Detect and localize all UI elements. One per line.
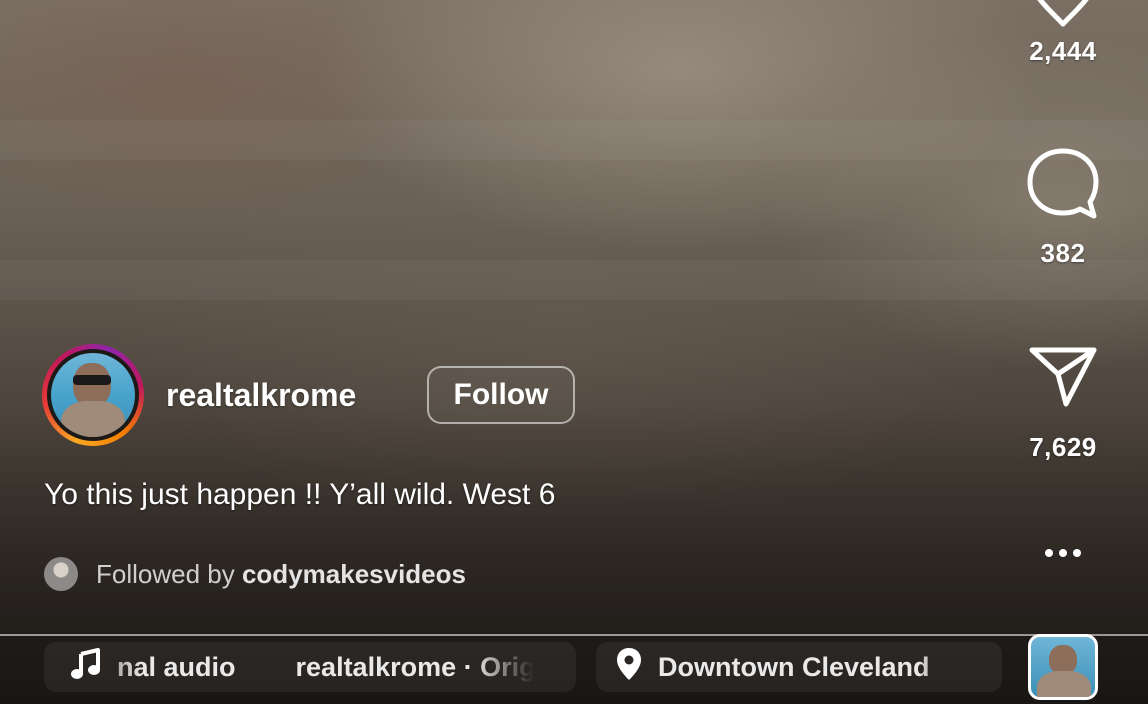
follower-avatar [44, 557, 78, 591]
follow-button[interactable]: Follow [427, 366, 575, 424]
avatar-border [47, 349, 139, 441]
video-frame-band [0, 260, 1148, 300]
audio-thumbnail[interactable] [1028, 634, 1098, 700]
location-pill[interactable]: Downtown Cleveland [596, 642, 1002, 692]
progress-line [0, 634, 1148, 636]
audio-track-marquee: Original audio realtalkrome · Original a… [118, 642, 576, 692]
comment-count: 382 [1040, 238, 1086, 268]
like-count: 2,444 [1029, 36, 1097, 66]
music-note-icon [70, 647, 104, 687]
like-button[interactable]: 2,444 [1008, 0, 1118, 67]
paper-plane-icon [1008, 346, 1118, 408]
reel-viewer: 2,444 382 7,629 realtalkrome Follow Yo t… [0, 0, 1148, 704]
audio-track-text: Original audio realtalkrome · Original a… [118, 652, 576, 682]
author-username[interactable]: realtalkrome [166, 377, 356, 414]
share-count: 7,629 [1029, 432, 1097, 462]
video-frame-band [0, 120, 1148, 160]
audio-pill[interactable]: Original audio realtalkrome · Original a… [44, 642, 576, 692]
comment-button[interactable]: 382 [1008, 146, 1118, 269]
avatar-photo [51, 353, 135, 437]
followed-by-prefix: Followed by [96, 558, 235, 589]
location-text: Downtown Cleveland [658, 651, 930, 682]
followed-by-username: codymakesvideos [241, 558, 466, 589]
heart-icon [1008, 0, 1118, 30]
comment-icon [1008, 146, 1118, 222]
followed-by-text: Followed by codymakesvideos [96, 559, 466, 590]
post-caption[interactable]: Yo this just happen !! Y’all wild. West … [44, 478, 555, 512]
location-pin-icon [616, 647, 644, 688]
share-button[interactable]: 7,629 [1008, 346, 1118, 463]
author-avatar[interactable] [42, 344, 144, 446]
more-horizontal-icon [1008, 538, 1118, 568]
more-options-button[interactable] [1008, 538, 1118, 568]
followed-by-row[interactable]: Followed by codymakesvideos [44, 556, 466, 592]
